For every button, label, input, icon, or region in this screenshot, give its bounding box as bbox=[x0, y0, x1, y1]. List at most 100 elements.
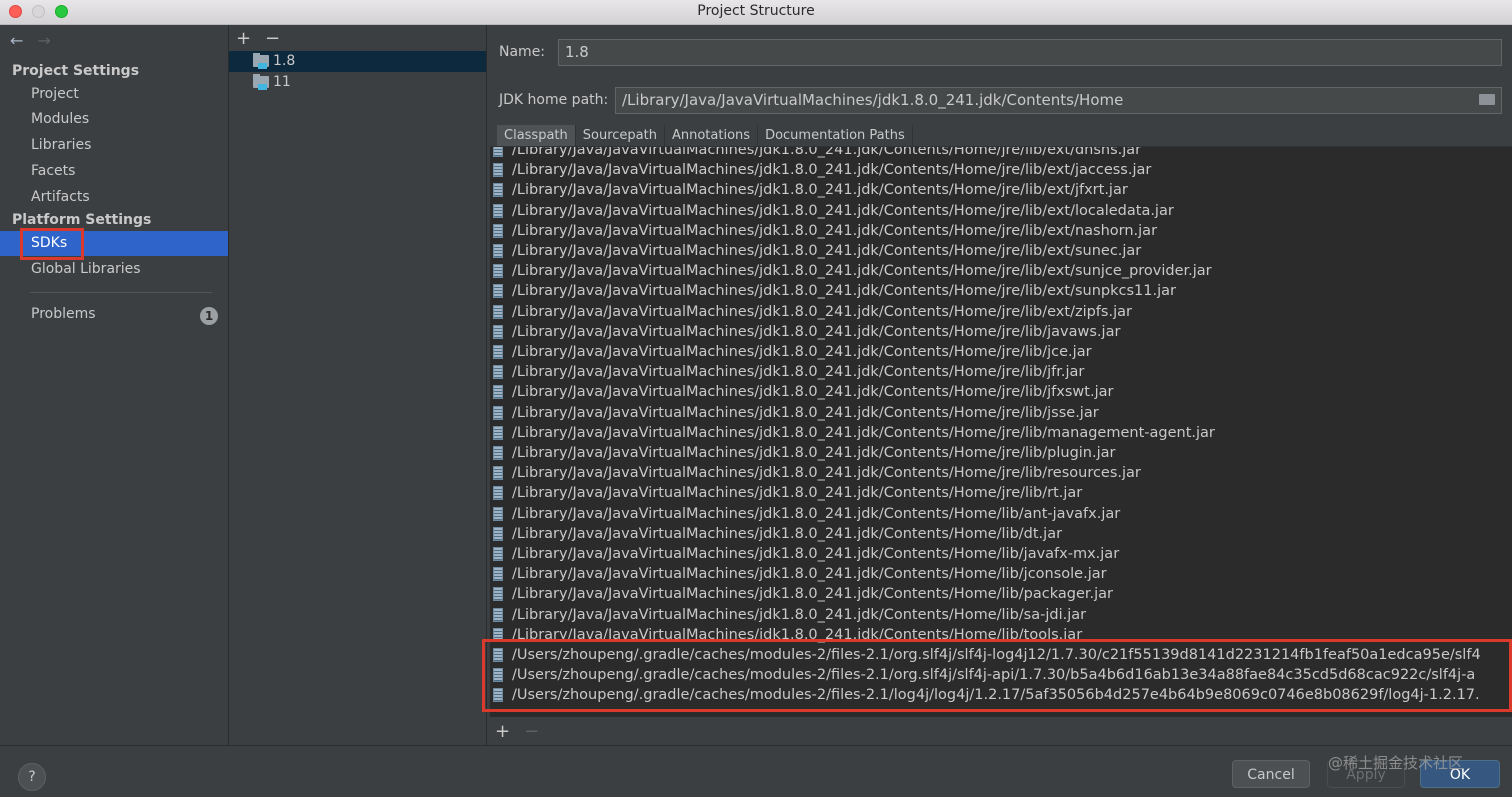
classpath-entry: /Library/Java/JavaVirtualMachines/jdk1.8… bbox=[512, 546, 1120, 562]
forward-arrow-icon[interactable]: → bbox=[37, 31, 50, 50]
problems-label: Problems bbox=[31, 306, 96, 322]
classpath-row[interactable]: /Library/Java/JavaVirtualMachines/jdk1.8… bbox=[490, 302, 1512, 322]
sidebar-divider bbox=[30, 292, 212, 293]
classpath-row[interactable]: /Library/Java/JavaVirtualMachines/jdk1.8… bbox=[490, 362, 1512, 382]
jar-icon bbox=[493, 244, 503, 258]
sidebar-item-problems[interactable]: Problems 1 bbox=[0, 302, 228, 327]
back-arrow-icon[interactable]: ← bbox=[10, 31, 23, 50]
classpath-row[interactable]: /Library/Java/JavaVirtualMachines/jdk1.8… bbox=[490, 584, 1512, 604]
classpath-toolbar: + − bbox=[495, 721, 539, 742]
classpath-entry: /Library/Java/JavaVirtualMachines/jdk1.8… bbox=[512, 162, 1152, 179]
add-path-button[interactable]: + bbox=[495, 721, 510, 742]
classpath-row[interactable]: /Library/Java/JavaVirtualMachines/jdk1.8… bbox=[490, 463, 1512, 483]
sidebar-item-libraries[interactable]: Libraries bbox=[0, 133, 228, 158]
tab-classpath[interactable]: Classpath bbox=[497, 125, 576, 147]
classpath-entry: /Library/Java/JavaVirtualMachines/jdk1.8… bbox=[512, 344, 1092, 360]
remove-path-button[interactable]: − bbox=[524, 721, 539, 742]
name-field[interactable]: 1.8 bbox=[558, 39, 1502, 66]
sidebar-item-artifacts[interactable]: Artifacts bbox=[0, 185, 228, 210]
classpath-row[interactable]: /Library/Java/JavaVirtualMachines/jdk1.8… bbox=[490, 605, 1512, 625]
tab-sourcepath[interactable]: Sourcepath bbox=[575, 125, 665, 147]
path-tabs: Classpath Sourcepath Annotations Documen… bbox=[497, 125, 913, 147]
classpath-row[interactable]: /Library/Java/JavaVirtualMachines/jdk1.8… bbox=[490, 241, 1512, 261]
jar-icon bbox=[493, 446, 503, 460]
help-button[interactable]: ? bbox=[18, 763, 46, 791]
classpath-row[interactable]: /Library/Java/JavaVirtualMachines/jdk1.8… bbox=[490, 261, 1512, 281]
nav-arrows: ← → bbox=[10, 31, 65, 50]
title-bar: Project Structure bbox=[0, 0, 1512, 25]
folder-icon bbox=[253, 74, 269, 90]
sidebar-item-facets[interactable]: Facets bbox=[0, 159, 228, 184]
project-settings-header: Project Settings bbox=[12, 63, 140, 79]
classpath-row[interactable]: /Library/Java/JavaVirtualMachines/jdk1.8… bbox=[490, 160, 1512, 180]
classpath-row[interactable]: /Library/Java/JavaVirtualMachines/jdk1.8… bbox=[490, 382, 1512, 402]
jdk-home-field[interactable]: /Library/Java/JavaVirtualMachines/jdk1.8… bbox=[615, 87, 1502, 114]
classpath-list[interactable]: /Users/zhoupeng/.gradle/caches/modules-2… bbox=[490, 146, 1512, 717]
dialog-footer: ? Cancel Apply OK @稀土掘金技术社区 bbox=[0, 745, 1512, 797]
sidebar-item-project[interactable]: Project bbox=[0, 82, 228, 107]
gradle-jars-annotation-highlight bbox=[482, 639, 1512, 712]
classpath-row[interactable]: /Library/Java/JavaVirtualMachines/jdk1.8… bbox=[490, 524, 1512, 544]
classpath-entry: /Library/Java/JavaVirtualMachines/jdk1.8… bbox=[512, 243, 1142, 259]
classpath-row[interactable]: /Library/Java/JavaVirtualMachines/jdk1.8… bbox=[490, 180, 1512, 200]
classpath-entry: /Library/Java/JavaVirtualMachines/jdk1.8… bbox=[512, 525, 1063, 542]
jdk-home-label: JDK home path: bbox=[499, 92, 609, 108]
classpath-row[interactable]: /Library/Java/JavaVirtualMachines/jdk1.8… bbox=[490, 403, 1512, 423]
classpath-entry: /Library/Java/JavaVirtualMachines/jdk1.8… bbox=[512, 283, 1176, 300]
tab-annotations[interactable]: Annotations bbox=[664, 125, 759, 147]
sdk-item-label: 11 bbox=[273, 74, 291, 90]
classpath-row[interactable]: /Library/Java/JavaVirtualMachines/jdk1.8… bbox=[490, 564, 1512, 584]
classpath-entry: /Library/Java/JavaVirtualMachines/jdk1.8… bbox=[512, 222, 1158, 239]
sidebar-item-modules[interactable]: Modules bbox=[0, 107, 228, 132]
jar-icon bbox=[493, 183, 503, 198]
classpath-row[interactable]: /Library/Java/JavaVirtualMachines/jdk1.8… bbox=[490, 342, 1512, 362]
jar-icon bbox=[493, 345, 503, 359]
classpath-entry: /Library/Java/JavaVirtualMachines/jdk1.8… bbox=[512, 146, 1142, 158]
problems-count-badge: 1 bbox=[200, 307, 218, 325]
classpath-entry: /Library/Java/JavaVirtualMachines/jdk1.8… bbox=[512, 202, 1174, 219]
sdk-detail-pane: Name: 1.8 JDK home path: /Library/Java/J… bbox=[487, 25, 1512, 745]
classpath-entry: /Library/Java/JavaVirtualMachines/jdk1.8… bbox=[512, 303, 1132, 320]
jar-icon bbox=[493, 526, 503, 541]
jdk-home-field-value: /Library/Java/JavaVirtualMachines/jdk1.8… bbox=[622, 91, 1124, 109]
classpath-entry: /Library/Java/JavaVirtualMachines/jdk1.8… bbox=[512, 445, 1116, 461]
jar-icon bbox=[493, 147, 503, 157]
platform-settings-header: Platform Settings bbox=[12, 212, 152, 228]
classpath-entry: /Library/Java/JavaVirtualMachines/jdk1.8… bbox=[512, 364, 1085, 381]
sdk-list-pane: + − 1.8 11 bbox=[229, 25, 487, 745]
classpath-row[interactable]: /Library/Java/JavaVirtualMachines/jdk1.8… bbox=[490, 504, 1512, 524]
classpath-row[interactable]: /Library/Java/JavaVirtualMachines/jdk1.8… bbox=[490, 322, 1512, 342]
sdk-item-11[interactable]: 11 bbox=[229, 72, 486, 93]
browse-folder-icon[interactable] bbox=[1479, 94, 1495, 105]
sdk-item-1-8[interactable]: 1.8 bbox=[229, 51, 486, 72]
jar-icon bbox=[493, 607, 503, 622]
window-title: Project Structure bbox=[697, 3, 815, 19]
cancel-button[interactable]: Cancel bbox=[1232, 760, 1310, 788]
remove-sdk-button[interactable]: − bbox=[265, 28, 280, 49]
add-sdk-button[interactable]: + bbox=[236, 28, 251, 49]
classpath-row[interactable]: /Library/Java/JavaVirtualMachines/jdk1.8… bbox=[490, 423, 1512, 443]
classpath-row[interactable]: /Library/Java/JavaVirtualMachines/jdk1.8… bbox=[490, 443, 1512, 463]
jar-icon bbox=[493, 567, 503, 582]
jar-icon bbox=[493, 203, 503, 218]
sidebar-item-global-libraries[interactable]: Global Libraries bbox=[0, 257, 228, 282]
classpath-entry: /Library/Java/JavaVirtualMachines/jdk1.8… bbox=[512, 606, 1087, 623]
jar-icon bbox=[493, 486, 503, 501]
jar-icon bbox=[493, 547, 503, 561]
classpath-entry: /Library/Java/JavaVirtualMachines/jdk1.8… bbox=[512, 465, 1141, 482]
sdk-item-label: 1.8 bbox=[273, 53, 296, 69]
classpath-row[interactable]: /Library/Java/JavaVirtualMachines/jdk1.8… bbox=[490, 544, 1512, 564]
classpath-row[interactable]: /Library/Java/JavaVirtualMachines/jdk1.8… bbox=[490, 201, 1512, 221]
classpath-row[interactable]: /Library/Java/JavaVirtualMachines/jdk1.8… bbox=[490, 221, 1512, 241]
classpath-row[interactable]: /Library/Java/JavaVirtualMachines/jdk1.8… bbox=[490, 146, 1512, 160]
classpath-entry: /Library/Java/JavaVirtualMachines/jdk1.8… bbox=[512, 182, 1128, 199]
classpath-entry: /Library/Java/JavaVirtualMachines/jdk1.8… bbox=[512, 384, 1114, 401]
sdks-annotation-highlight bbox=[20, 228, 84, 260]
classpath-row[interactable]: /Library/Java/JavaVirtualMachines/jdk1.8… bbox=[490, 281, 1512, 301]
watermark: @稀土掘金技术社区 bbox=[1328, 754, 1464, 772]
tab-documentation-paths[interactable]: Documentation Paths bbox=[758, 125, 913, 147]
jar-icon bbox=[493, 163, 503, 178]
classpath-row[interactable]: /Library/Java/JavaVirtualMachines/jdk1.8… bbox=[490, 483, 1512, 503]
jar-icon bbox=[493, 405, 503, 420]
classpath-entry: /Library/Java/JavaVirtualMachines/jdk1.8… bbox=[512, 404, 1099, 421]
